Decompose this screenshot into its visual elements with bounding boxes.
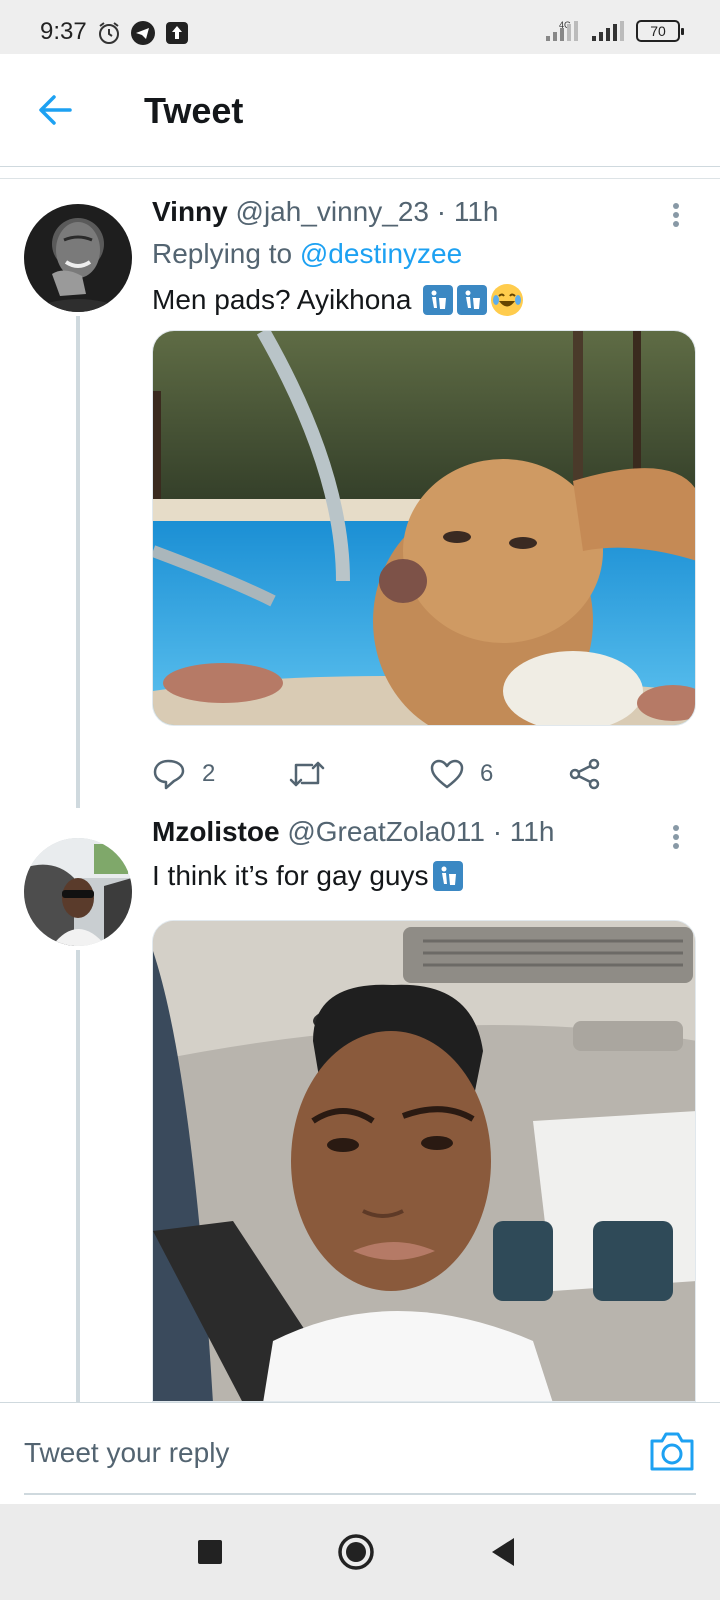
replying-to: Replying to @destinyzee bbox=[152, 238, 462, 270]
recents-square-icon[interactable] bbox=[190, 1532, 230, 1572]
tweet-text: I think it’s for gay guys bbox=[152, 860, 463, 892]
telegram-icon bbox=[131, 21, 155, 45]
reply-input[interactable]: Tweet your reply bbox=[24, 1437, 229, 1469]
put-litter-icon bbox=[432, 861, 463, 891]
upload-icon bbox=[166, 22, 188, 44]
alarm-icon bbox=[99, 22, 119, 44]
display-name[interactable]: Vinny bbox=[152, 196, 228, 227]
avatar[interactable] bbox=[24, 838, 132, 946]
heart-icon bbox=[430, 759, 464, 789]
status-time: 9:37 bbox=[40, 18, 87, 45]
thread-connector bbox=[76, 316, 80, 808]
status-bar: 9:37 4G 70 bbox=[0, 0, 720, 54]
reply-input-underline bbox=[24, 1493, 696, 1495]
top-app-bar: Tweet bbox=[0, 54, 720, 166]
tears-of-joy-icon bbox=[491, 284, 524, 316]
back-triangle-icon[interactable] bbox=[484, 1532, 524, 1572]
replying-to-prefix: Replying to bbox=[152, 238, 293, 269]
page-title: Tweet bbox=[144, 90, 244, 131]
tweet-header: Mzolistoe @GreatZola011 · 11h bbox=[152, 816, 554, 848]
reply-composer: Tweet your reply bbox=[0, 1402, 720, 1502]
retweet-icon bbox=[289, 761, 325, 787]
share-button[interactable] bbox=[568, 752, 602, 796]
user-handle[interactable]: @jah_vinny_23 bbox=[236, 196, 429, 227]
tweet-body: Men pads? Ayikhona bbox=[152, 284, 412, 315]
more-options-icon[interactable] bbox=[666, 822, 686, 858]
reply-count: 2 bbox=[202, 760, 216, 787]
home-circle-icon[interactable] bbox=[336, 1532, 376, 1572]
signal-icon bbox=[546, 21, 578, 41]
more-options-icon[interactable] bbox=[666, 200, 686, 236]
back-arrow-icon[interactable] bbox=[34, 88, 78, 132]
camera-icon[interactable] bbox=[648, 1429, 696, 1473]
tweet-text: Men pads? Ayikhona bbox=[152, 284, 524, 316]
put-litter-icon bbox=[423, 285, 454, 315]
tweet-body: I think it’s for gay guys bbox=[152, 860, 429, 891]
tweet-media-photo[interactable] bbox=[152, 330, 696, 726]
battery-level: 70 bbox=[650, 23, 666, 39]
tweet-actions: 2 6 bbox=[152, 752, 652, 796]
reply-icon bbox=[153, 759, 185, 790]
share-icon bbox=[569, 758, 600, 790]
tweet-timestamp: · 11h bbox=[492, 816, 555, 847]
tweet-media-photo[interactable] bbox=[152, 920, 696, 1402]
tweet-timestamp: · 11h bbox=[436, 196, 499, 227]
retweet-button[interactable] bbox=[288, 752, 342, 796]
signal-icon bbox=[592, 21, 624, 41]
thread-connector bbox=[76, 950, 80, 1402]
mention-link[interactable]: @destinyzee bbox=[300, 238, 462, 269]
put-litter-icon bbox=[457, 285, 488, 315]
system-navigation-bar bbox=[0, 1504, 720, 1600]
like-button[interactable]: 6 bbox=[430, 752, 493, 796]
user-handle[interactable]: @GreatZola011 bbox=[287, 816, 485, 847]
battery-icon: 70 bbox=[636, 20, 684, 42]
reply-button[interactable]: 2 bbox=[152, 752, 215, 796]
tweet-header: Vinny @jah_vinny_23 · 11h bbox=[152, 196, 499, 228]
header-divider bbox=[0, 178, 720, 179]
display-name[interactable]: Mzolistoe bbox=[152, 816, 280, 847]
header-divider bbox=[0, 166, 720, 167]
avatar[interactable] bbox=[24, 204, 132, 312]
like-count: 6 bbox=[480, 760, 494, 787]
